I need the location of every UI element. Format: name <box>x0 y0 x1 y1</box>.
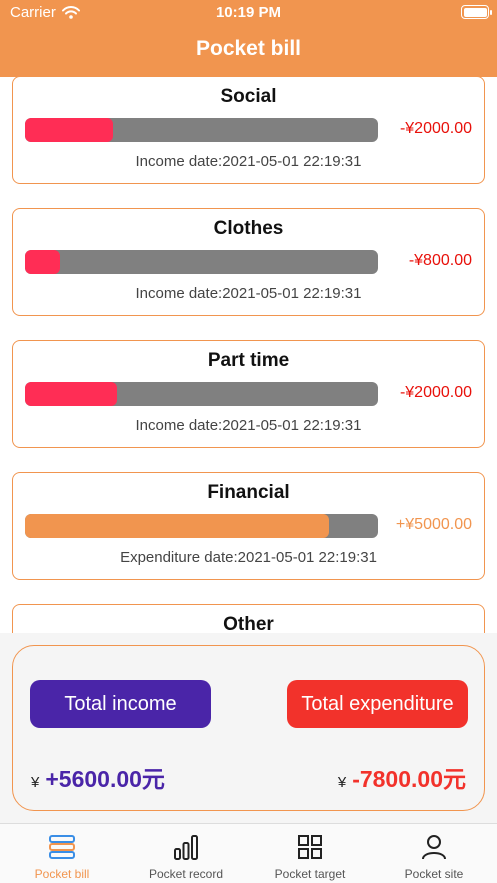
currency-symbol: ¥ <box>31 774 40 791</box>
total-expenditure-amount: -7800.00元 <box>352 766 466 792</box>
record-card[interactable]: Clothes -¥800.00 Income date:2021-05-01 … <box>12 208 485 316</box>
tab-pocket-record[interactable]: Pocket record <box>124 824 248 883</box>
app-screen: Carrier 10:19 PM Pocket bill Social -¥20… <box>0 0 497 883</box>
progress-fill <box>25 250 61 274</box>
record-amount: +¥5000.00 <box>395 516 472 533</box>
record-date: Expenditure date:2021-05-01 22:19:31 <box>120 549 377 566</box>
record-amount: -¥800.00 <box>408 252 472 269</box>
tab-label: Pocket site <box>404 867 464 881</box>
record-card[interactable]: Social -¥2000.00 Income date:2021-05-01 … <box>12 77 485 184</box>
progress-track <box>25 514 378 538</box>
grid-icon <box>298 835 322 859</box>
record-name: Financial <box>207 482 290 503</box>
bar-chart-icon <box>174 835 198 860</box>
summary-panel: Total income Total expenditure ¥ +5600.0… <box>12 645 485 811</box>
page-title: Pocket bill <box>195 37 302 60</box>
tab-label: Pocket record <box>148 867 224 881</box>
currency-symbol: ¥ <box>337 774 347 791</box>
total-expenditure-value: ¥ -7800.00元 <box>338 760 466 794</box>
progress-fill <box>25 514 329 538</box>
tab-label: Pocket bill <box>34 867 90 881</box>
person-icon <box>422 835 446 860</box>
record-amount: -¥2000.00 <box>399 120 472 137</box>
status-bar: Carrier 10:19 PM <box>0 0 497 26</box>
record-amount: -¥2000.00 <box>399 384 472 401</box>
list-icon <box>49 835 75 859</box>
battery-icon <box>461 5 492 19</box>
progress-fill <box>25 382 117 406</box>
total-income-button[interactable]: Total income <box>30 680 211 728</box>
total-expenditure-button[interactable]: Total expenditure <box>287 680 468 728</box>
record-card[interactable]: Other <box>12 604 485 633</box>
record-date: Income date:2021-05-01 22:19:31 <box>135 417 362 434</box>
record-name: Clothes <box>213 218 284 239</box>
total-income-value: ¥ +5600.00元 <box>31 760 165 794</box>
record-card[interactable]: Financial +¥5000.00 Expenditure date:202… <box>12 472 485 580</box>
progress-track <box>25 250 378 274</box>
tab-label: Pocket target <box>274 867 346 881</box>
record-name: Part time <box>207 350 290 371</box>
status-time: 10:19 PM <box>215 4 282 21</box>
tab-pocket-target[interactable]: Pocket target <box>248 824 372 883</box>
progress-track <box>25 118 378 142</box>
tab-bar: Pocket bill Pocket record Pocket target <box>0 823 497 883</box>
total-income-amount: +5600.00元 <box>45 766 165 792</box>
record-card[interactable]: Part time -¥2000.00 Income date:2021-05-… <box>12 340 485 448</box>
header: Carrier 10:19 PM Pocket bill <box>0 0 497 77</box>
tab-pocket-site[interactable]: Pocket site <box>372 824 496 883</box>
record-date: Income date:2021-05-01 22:19:31 <box>135 285 362 302</box>
record-date: Income date:2021-05-01 22:19:31 <box>135 153 362 170</box>
record-list[interactable]: Social -¥2000.00 Income date:2021-05-01 … <box>0 77 497 633</box>
progress-fill <box>25 118 114 142</box>
record-name: Other <box>223 614 274 633</box>
tab-pocket-bill[interactable]: Pocket bill <box>0 824 124 883</box>
record-name: Social <box>220 86 277 107</box>
progress-track <box>25 382 378 406</box>
